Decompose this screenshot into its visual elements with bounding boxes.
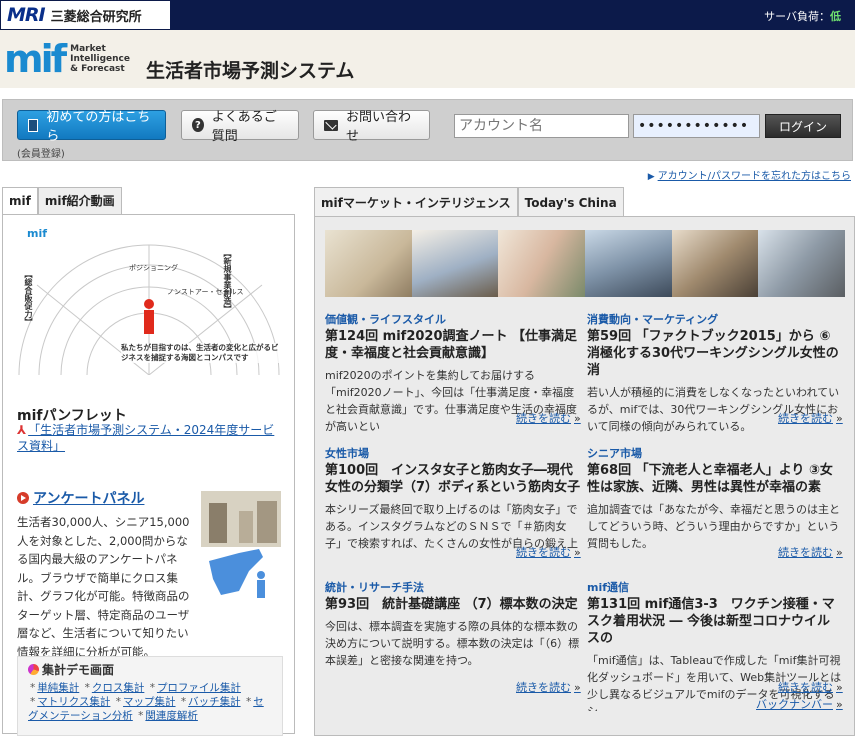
article-title[interactable]: 第93回 統計基礎講座 （7）標本数の決定 xyxy=(325,596,581,613)
article-category[interactable]: 統計・リサーチ手法 xyxy=(325,581,581,595)
diagram-ring-2: ノンストアー・セールス xyxy=(167,288,244,296)
contact-label: お問い合わせ xyxy=(346,110,412,144)
faq-button[interactable]: ? よくあるご質問 xyxy=(181,110,299,144)
demo-link-profile[interactable]: プロファイル集計 xyxy=(157,682,241,694)
pdf-icon: ⅄ xyxy=(17,423,27,437)
demo-link-matrix[interactable]: マトリクス集計 xyxy=(37,696,110,708)
demo-title: 集計デモ画面 xyxy=(28,661,272,678)
forgot-password-link[interactable]: ▶ アカウント/パスワードを忘れた方はこちら xyxy=(648,167,851,182)
mif-logo-text: mif xyxy=(4,37,67,81)
demo-box: 集計デモ画面 * 単純集計 * クロス集計 * プロファイル集計 * マトリクス集計 *… xyxy=(17,656,283,736)
pie-chart-icon xyxy=(28,664,39,675)
article-title[interactable]: 第68回 「下流老人と幸福老人」より ③女性は家族、近隣、男性は異性が幸福の素 xyxy=(587,462,843,496)
pamphlet-link[interactable]: ⅄ 「生活者市場予測システム・2024年度サービス資料」 xyxy=(17,422,282,454)
pamphlet-link-text[interactable]: 「生活者市場予測システム・2024年度サービス資料」 xyxy=(17,423,274,453)
article-title[interactable]: 第131回 mif通信3-3 ワクチン接種・マスク着用状況 ― 今後は新型コロナ… xyxy=(587,596,843,647)
read-more-link[interactable]: 続きを読む» xyxy=(778,410,843,426)
mail-icon xyxy=(324,119,339,131)
read-more-link[interactable]: 続きを読む» xyxy=(516,679,581,695)
faq-label: よくあるご質問 xyxy=(211,110,277,144)
login-button[interactable]: ログイン xyxy=(765,114,841,138)
site-header: mif Market Intelligence & Forecast 生活者市場… xyxy=(0,30,855,88)
left-tabs: mif mif紹介動画 xyxy=(2,187,295,215)
read-more-link[interactable]: 続きを読む» xyxy=(516,544,581,560)
server-load: サーバ負荷：低 xyxy=(764,8,841,24)
left-panel: mif 【総合販促力】 【新規事業創造】 ポジショニング ノンストアー・セールス… xyxy=(2,214,295,736)
article-category[interactable]: シニア市場 xyxy=(587,447,843,461)
mif-logo-subtitle: Market Intelligence & Forecast xyxy=(70,44,130,74)
tab-market-intelligence[interactable]: mifマーケット・インテリジェンス xyxy=(314,187,518,217)
server-load-value: 低 xyxy=(830,10,841,23)
article-desc: 今回は、標本調査を実施する際の具体的な標本数の決め方について説明する。標本数の決… xyxy=(325,620,580,667)
server-load-label: サーバ負荷： xyxy=(764,10,830,23)
article-category[interactable]: 消費動向・マーケティング xyxy=(587,313,843,327)
mri-logo-text: MRI xyxy=(7,4,46,26)
question-icon: ? xyxy=(192,118,204,132)
company-name: 三菱総合研究所 xyxy=(50,9,142,25)
panel-description: 生活者30,000人、シニア15,000人を対象とした、2,000問からなる国内… xyxy=(17,515,190,659)
diagram-caption: 私たちが目指すのは、生活者の変化と広がるビジネスを捕捉する海図とコンパスです xyxy=(121,343,281,363)
demo-link-batch[interactable]: バッチ集計 xyxy=(188,696,241,708)
top-bar: MRI 三菱総合研究所 サーバ負荷：低 xyxy=(0,0,855,30)
right-tabs: mifマーケット・インテリジェンス Today's China xyxy=(314,187,855,217)
tab-todays-china[interactable]: Today's China xyxy=(517,187,624,217)
site-title: 生活者市場予測システム xyxy=(146,60,355,82)
diagram-ring-1: ポジショニング xyxy=(129,264,178,272)
tab-mif-video[interactable]: mif紹介動画 xyxy=(37,187,122,215)
backnumber-link[interactable]: バックナンバー» xyxy=(756,696,843,712)
mif-concept-diagram[interactable]: mif 【総合販促力】 【新規事業創造】 ポジショニング ノンストアー・セールス… xyxy=(17,225,282,375)
play-icon xyxy=(17,492,29,504)
article-title[interactable]: 第100回 インスタ女子と筋肉女子―現代女性の分類学（7）ボディ系という筋肉女子 xyxy=(325,462,581,496)
demo-link-relevance[interactable]: 関連度解析 xyxy=(145,710,198,722)
left-column: mif mif紹介動画 mif 【総合販促力】 【新規事業創造】 ポジショニング… xyxy=(2,187,295,736)
diagram-label-right: 【新規事業創造】 xyxy=(223,249,232,313)
first-time-label: 初めての方はこちら xyxy=(46,110,151,144)
article-category[interactable]: mif通信 xyxy=(587,581,843,595)
diagram-label-left: 【総合販促力】 xyxy=(24,270,33,326)
password-input[interactable] xyxy=(633,114,760,138)
demo-link-map[interactable]: マップ集計 xyxy=(123,696,176,708)
member-registration-note: (会員登録) xyxy=(17,149,65,160)
contact-button[interactable]: お問い合わせ xyxy=(313,110,430,144)
tab-mif[interactable]: mif xyxy=(2,187,38,215)
article-title[interactable]: 第124回 mif2020調査ノート 【仕事満足度・幸福度と社会貢献意識】 xyxy=(325,328,581,362)
demo-link-simple[interactable]: 単純集計 xyxy=(37,682,79,694)
read-more-link[interactable]: 続きを読む» xyxy=(778,679,843,695)
panel-illustration xyxy=(199,491,283,601)
mri-logo[interactable]: MRI 三菱総合研究所 xyxy=(0,0,171,30)
login-bar: 初めての方はこちら (会員登録) ? よくあるご質問 お問い合わせ ログイン xyxy=(2,99,853,161)
mif-logo[interactable]: mif Market Intelligence & Forecast xyxy=(4,36,130,82)
demo-link-cross[interactable]: クロス集計 xyxy=(92,682,145,694)
article-title[interactable]: 第59回 「ファクトブック2015」から ⑥消極化する30代ワーキングシングル女… xyxy=(587,328,843,379)
photo-banner[interactable] xyxy=(325,230,845,297)
first-time-button[interactable]: 初めての方はこちら xyxy=(17,110,166,144)
demo-links: * 単純集計 * クロス集計 * プロファイル集計 * マトリクス集計 * マップ集計 *… xyxy=(28,682,264,722)
article-category[interactable]: 女性市場 xyxy=(325,447,581,461)
diagram-logo: mif xyxy=(27,227,48,240)
read-more-link[interactable]: 続きを読む» xyxy=(516,410,581,426)
arrow-right-icon: ▶ xyxy=(647,172,655,182)
read-more-link[interactable]: 続きを読む» xyxy=(778,544,843,560)
book-icon xyxy=(28,118,39,132)
account-input[interactable] xyxy=(454,114,629,138)
article-category[interactable]: 価値観・ライフスタイル xyxy=(325,313,581,327)
right-panel: 価値観・ライフスタイル 第124回 mif2020調査ノート 【仕事満足度・幸福… xyxy=(314,216,855,736)
panel-title[interactable]: アンケートパネル xyxy=(17,488,144,508)
right-column: mifマーケット・インテリジェンス Today's China 価値観・ライフス… xyxy=(314,187,855,736)
